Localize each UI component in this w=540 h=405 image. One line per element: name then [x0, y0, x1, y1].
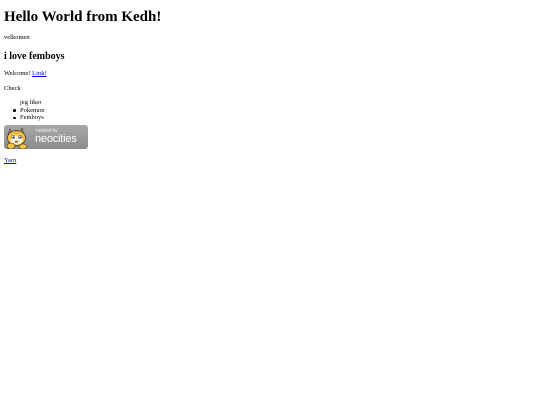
velkomen-text: velkomen — [4, 34, 30, 41]
item-list: jeg liker Pokemon Femboys — [4, 99, 534, 122]
yarn-link[interactable]: Yarn — [4, 157, 16, 165]
page: Hello World from Kedh! velkomen i love f… — [4, 0, 534, 167]
check-text: Check — [4, 85, 21, 92]
badge-neocities-label: neocities — [35, 132, 77, 145]
list-item: Femboys — [13, 114, 534, 122]
welcome-link[interactable]: Link! — [32, 70, 46, 77]
page-title: Hello World from Kedh! — [4, 9, 162, 25]
neocities-badge[interactable]: hosted by neocities — [4, 124, 88, 149]
welcome-text: Welcome! — [4, 70, 33, 77]
bullet-icon — [13, 116, 16, 120]
welcome-line: Welcome! Link! — [4, 70, 534, 78]
cat-mascot-icon — [6, 126, 28, 149]
list-item: jeg liker — [20, 99, 42, 106]
list-item: Pokemon — [13, 107, 534, 115]
subheading: i love femboys — [4, 51, 65, 62]
bullet-icon — [13, 109, 16, 112]
